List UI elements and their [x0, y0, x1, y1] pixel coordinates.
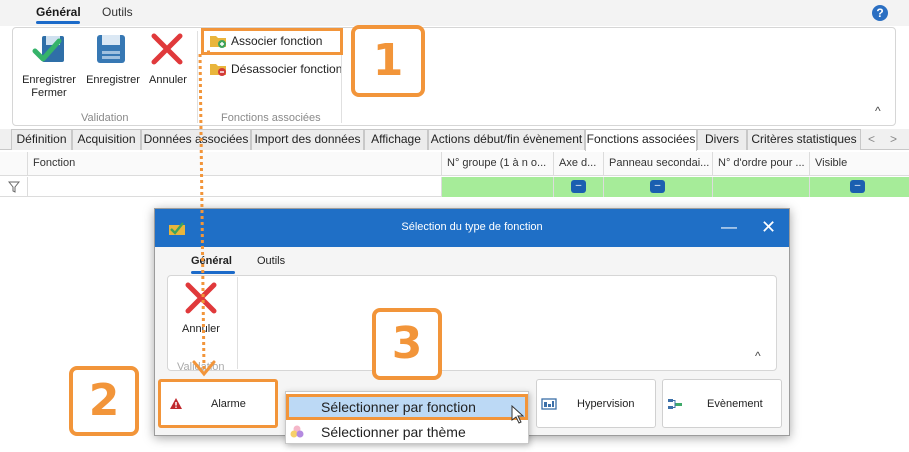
save-close-button[interactable]: Enregistrer Fermer — [18, 74, 80, 100]
filter-toggle-axe[interactable]: – — [571, 180, 586, 193]
filter-toggle-panneau[interactable]: – — [650, 180, 665, 193]
associate-function-button[interactable]: Associer fonction — [209, 34, 322, 48]
cancel-x-icon[interactable] — [150, 32, 184, 66]
group-label-validation: Validation — [81, 112, 129, 124]
folder-add-icon — [210, 36, 226, 48]
callout-1: 1 — [351, 25, 425, 97]
save-icon[interactable] — [94, 32, 128, 66]
theme-palette-icon — [289, 424, 305, 443]
dialog-ribbon-panel — [167, 275, 777, 371]
dotted-connector-arrow — [192, 50, 216, 377]
category-alarme-label: Alarme — [211, 397, 246, 410]
help-icon[interactable]: ? — [872, 5, 888, 21]
tab-criteres-statistiques[interactable]: Critères statistiques — [747, 129, 861, 150]
hypervision-icon — [541, 397, 557, 410]
save-button[interactable]: Enregistrer — [84, 74, 142, 87]
tab-definition[interactable]: Définition — [11, 129, 72, 150]
associate-function-label: Associer fonction — [231, 34, 323, 48]
dialog-collapse-icon[interactable]: ^ — [755, 349, 761, 363]
menu-item-select-by-theme[interactable]: Sélectionner par thème — [321, 424, 466, 440]
mouse-cursor-icon — [511, 404, 525, 428]
tab-acquisition[interactable]: Acquisition — [72, 129, 141, 150]
close-icon[interactable]: ✕ — [761, 217, 776, 238]
ribbon-tab-bar — [0, 0, 909, 26]
tab-scroll-left-icon[interactable]: < — [868, 132, 875, 146]
category-hypervision-button[interactable]: Hypervision — [536, 379, 656, 428]
tab-affichage[interactable]: Affichage — [364, 129, 428, 150]
category-evenement-label: Evènement — [707, 397, 763, 410]
column-axe[interactable]: Axe d... — [553, 152, 603, 176]
tab-outils[interactable]: Outils — [102, 5, 133, 19]
column-panneau-secondaire[interactable]: Panneau secondai... — [603, 152, 712, 176]
minimize-icon[interactable]: — — [721, 219, 737, 237]
category-alarme-button[interactable]: Alarme — [158, 379, 278, 428]
tab-scroll-right-icon[interactable]: > — [890, 132, 897, 146]
dialog-title: Sélection du type de fonction — [401, 221, 543, 233]
callout-3: 3 — [372, 308, 442, 380]
tab-fonctions-associees[interactable]: Fonctions associées — [585, 129, 697, 151]
save-close-icon[interactable] — [32, 32, 68, 68]
category-hypervision-label: Hypervision — [577, 397, 635, 410]
filter-toggle-visible[interactable]: – — [850, 180, 865, 193]
filter-cell-groupe[interactable] — [441, 177, 553, 197]
column-numero-groupe[interactable]: N° groupe (1 à n o... — [441, 152, 553, 176]
tab-divers[interactable]: Divers — [697, 129, 747, 150]
filter-cell-divider — [27, 177, 28, 197]
menu-item-select-by-function-label: Sélectionner par fonction — [321, 399, 476, 415]
event-icon — [668, 398, 682, 409]
column-numero-ordre[interactable]: N° d'ordre pour ... — [712, 152, 809, 176]
column-visible[interactable]: Visible — [809, 152, 909, 176]
ribbon-panel — [12, 27, 896, 126]
filter-icon[interactable] — [7, 181, 21, 196]
tab-import-donnees[interactable]: Import des données — [251, 129, 364, 150]
category-evenement-button[interactable]: Evènement — [662, 379, 782, 428]
filter-cell-ordre[interactable] — [712, 177, 809, 197]
active-tab-indicator — [36, 21, 80, 24]
tab-actions-debut-fin[interactable]: Actions début/fin évènement — [428, 129, 585, 150]
warning-icon — [170, 398, 182, 409]
collapse-ribbon-icon[interactable]: ^ — [875, 104, 881, 118]
tab-general[interactable]: Général — [36, 5, 81, 19]
dialog-tab-outils[interactable]: Outils — [257, 255, 285, 267]
group-separator-2 — [341, 55, 342, 123]
callout-2: 2 — [69, 366, 139, 436]
cancel-button[interactable]: Annuler — [146, 74, 190, 87]
